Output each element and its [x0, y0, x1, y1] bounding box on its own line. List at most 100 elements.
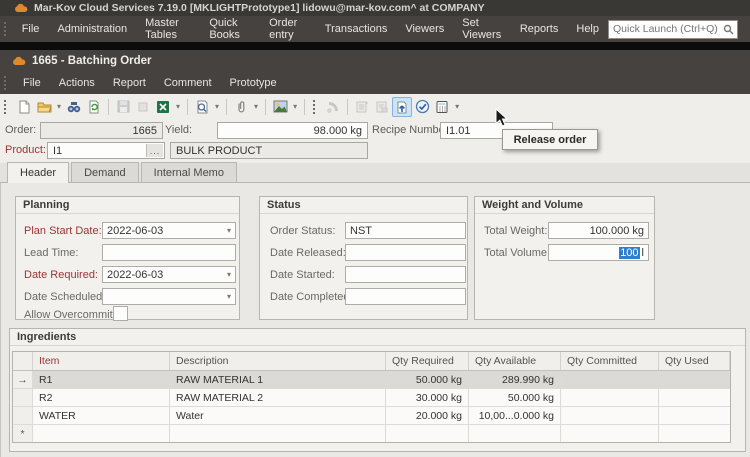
toolbar-grip[interactable] [4, 100, 10, 114]
cell-description[interactable] [170, 425, 386, 442]
cell-qty-committed[interactable] [561, 425, 659, 442]
menu-administration[interactable]: Administration [48, 20, 136, 38]
tab-demand[interactable]: Demand [71, 162, 139, 182]
release-order-icon[interactable] [392, 97, 412, 117]
col-qty-required[interactable]: Qty Required [386, 352, 469, 370]
chevron-down-icon[interactable]: ▾ [227, 226, 231, 235]
product-field[interactable]: I1 ... [47, 142, 165, 159]
app-window: Mar-Kov Cloud Services 7.19.0 [MKLIGHTPr… [0, 0, 750, 457]
lead-time-field[interactable] [102, 244, 236, 261]
cell-item[interactable]: WATER [33, 407, 170, 424]
cell-item[interactable]: R2 [33, 389, 170, 406]
cell-qty-required[interactable]: 30.000 kg [386, 389, 469, 406]
cell-description[interactable]: RAW MATERIAL 1 [170, 371, 386, 388]
col-qty-available[interactable]: Qty Available [469, 352, 561, 370]
image-icon[interactable] [270, 97, 290, 117]
menu-viewers[interactable]: Viewers [396, 20, 453, 38]
quick-launch-box[interactable] [608, 20, 738, 39]
cell-description[interactable]: RAW MATERIAL 2 [170, 389, 386, 406]
menu-master-tables[interactable]: Master Tables [136, 14, 200, 44]
cell-item[interactable]: R1 [33, 371, 170, 388]
date-required-dropdown[interactable]: 2022-06-03 ▾ [102, 266, 236, 283]
cell-qty-required[interactable]: 50.000 kg [386, 371, 469, 388]
print-preview-icon[interactable] [192, 97, 212, 117]
new-document-icon[interactable] [14, 97, 34, 117]
tab-internal-memo[interactable]: Internal Memo [141, 162, 237, 182]
total-volume-field[interactable]: 100 l [548, 244, 649, 261]
cell-description[interactable]: Water [170, 407, 386, 424]
cell-qty-available[interactable]: 289.990 kg [469, 371, 561, 388]
cell-qty-required[interactable] [386, 425, 469, 442]
cell-qty-used[interactable] [659, 425, 730, 442]
print-dropdown-caret[interactable]: ▾ [212, 102, 222, 111]
chevron-down-icon[interactable]: ▾ [227, 292, 231, 301]
cell-qty-used[interactable] [659, 407, 730, 424]
menu-reports[interactable]: Reports [511, 20, 568, 38]
export-dropdown-caret[interactable]: ▾ [173, 102, 183, 111]
menu-order-entry[interactable]: Order entry [260, 14, 316, 44]
menu-set-viewers[interactable]: Set Viewers [453, 14, 511, 44]
date-completed-label: Date Completed: [270, 291, 353, 303]
new-row[interactable]: * [13, 425, 730, 442]
open-folder-icon[interactable] [34, 97, 54, 117]
find-icon[interactable] [64, 97, 84, 117]
table-row[interactable]: → R1 RAW MATERIAL 1 50.000 kg 289.990 kg [13, 371, 730, 389]
current-row-arrow-icon: → [13, 371, 33, 388]
attachment-icon[interactable] [231, 97, 251, 117]
tab-header[interactable]: Header [7, 162, 69, 183]
cell-qty-used[interactable] [659, 389, 730, 406]
menu-transactions[interactable]: Transactions [316, 20, 397, 38]
approve-check-icon[interactable] [412, 97, 432, 117]
yield-field[interactable]: 98.000 kg [217, 122, 368, 139]
attachment-dropdown-caret[interactable]: ▾ [251, 102, 261, 111]
col-description[interactable]: Description [170, 352, 386, 370]
col-qty-used[interactable]: Qty Used [659, 352, 730, 370]
child-menubar-grip[interactable] [4, 76, 10, 90]
menu-quick-books[interactable]: Quick Books [200, 14, 260, 44]
release-order-tooltip: Release order [502, 129, 598, 150]
toolbar-separator [226, 99, 227, 115]
col-item[interactable]: Item [33, 352, 170, 370]
child-menu-file[interactable]: File [14, 74, 50, 92]
cell-qty-required[interactable]: 20.000 kg [386, 407, 469, 424]
menu-help[interactable]: Help [567, 20, 608, 38]
cell-item[interactable] [33, 425, 170, 442]
child-menu-actions[interactable]: Actions [50, 74, 104, 92]
product-description-field: BULK PRODUCT [170, 142, 368, 159]
cell-qty-used[interactable] [659, 371, 730, 388]
allow-overcommit-checkbox[interactable] [113, 306, 128, 321]
refresh-document-icon[interactable] [84, 97, 104, 117]
cell-qty-committed[interactable] [561, 407, 659, 424]
menubar-grip[interactable] [4, 22, 9, 36]
toolbar-grip-2[interactable] [313, 100, 319, 114]
ingredients-table: Item Description Qty Required Qty Availa… [12, 351, 731, 443]
cell-qty-committed[interactable] [561, 371, 659, 388]
toolbar-more-caret[interactable]: ▾ [452, 102, 462, 111]
total-weight-field[interactable]: 100.000 kg [548, 222, 649, 239]
date-scheduled-dropdown[interactable]: ▾ [102, 288, 236, 305]
chevron-down-icon[interactable]: ▾ [227, 270, 231, 279]
order-field[interactable]: 1665 [40, 122, 163, 139]
cell-qty-available[interactable]: 50.000 kg [469, 389, 561, 406]
cell-qty-available[interactable] [469, 425, 561, 442]
child-menu-report[interactable]: Report [104, 74, 155, 92]
plan-start-date-dropdown[interactable]: 2022-06-03 ▾ [102, 222, 236, 239]
header-tab-content: Planning Plan Start Date: 2022-06-03 ▾ L… [0, 183, 750, 457]
calculator-icon[interactable] [432, 97, 452, 117]
total-weight-label: Total Weight: [484, 225, 547, 237]
child-menu-comment[interactable]: Comment [155, 74, 221, 92]
image-dropdown-caret[interactable]: ▾ [290, 102, 300, 111]
child-menu-prototype[interactable]: Prototype [221, 74, 286, 92]
product-browse-button[interactable]: ... [146, 144, 163, 157]
allow-overcommit-label: Allow Overcommit: [24, 309, 116, 321]
table-row[interactable]: WATER Water 20.000 kg 10,00...0.000 kg [13, 407, 730, 425]
quick-launch-input[interactable] [609, 23, 723, 35]
open-dropdown-caret[interactable]: ▾ [54, 102, 64, 111]
planning-group: Planning Plan Start Date: 2022-06-03 ▾ L… [15, 196, 240, 320]
cell-qty-available[interactable]: 10,00...0.000 kg [469, 407, 561, 424]
menu-file[interactable]: File [13, 20, 49, 38]
table-row[interactable]: R2 RAW MATERIAL 2 30.000 kg 50.000 kg [13, 389, 730, 407]
cell-qty-committed[interactable] [561, 389, 659, 406]
col-qty-committed[interactable]: Qty Committed [561, 352, 659, 370]
export-excel-icon[interactable] [153, 97, 173, 117]
